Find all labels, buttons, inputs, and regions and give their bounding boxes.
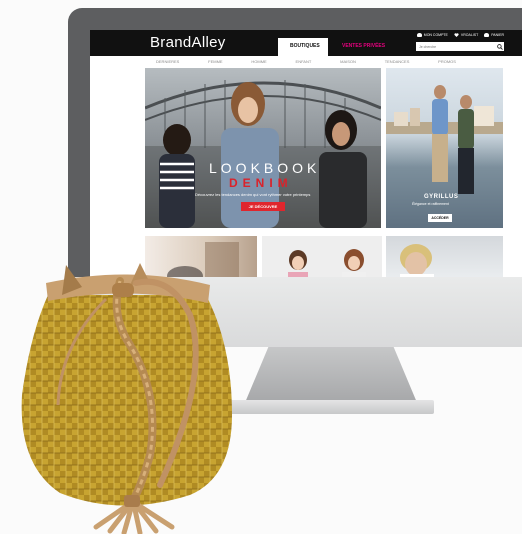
discover-button[interactable]: JE DÉCOUVRE (241, 202, 285, 211)
account-icon (416, 33, 422, 37)
utility-links: MON COMPTE VROALIST PANIER (416, 33, 504, 37)
search-input[interactable] (416, 42, 495, 51)
search-box (416, 42, 504, 51)
hero-subtitle: Découvrez les tendances denim qui vont r… (195, 192, 311, 197)
tile-photo (288, 249, 366, 277)
tile-photo (400, 244, 434, 277)
nav-item[interactable]: FEMME (208, 59, 222, 64)
nav-item[interactable]: TENDANCES (385, 59, 410, 64)
bucket-bag-product (21, 263, 232, 534)
promo-tile[interactable] (262, 236, 382, 277)
account-label: MON COMPTE (423, 33, 448, 37)
brand-logo[interactable]: BrandAlley (150, 34, 226, 51)
hero-banner[interactable]: LOOKBOOK DENIM Découvrez les tendances d… (145, 68, 381, 228)
basket-link[interactable]: PANIER (484, 33, 504, 37)
nav-item[interactable]: PROMOS (438, 59, 456, 64)
nav-item[interactable]: DERNIERES (156, 59, 179, 64)
tab-boutiques[interactable]: BOUTIQUES (278, 38, 328, 56)
site-header: BrandAlley BOUTIQUES VENTES PRIVÉES MON … (90, 30, 522, 56)
wishlist-link[interactable]: VROALIST (454, 33, 478, 37)
wishlist-label: VROALIST (460, 33, 479, 37)
nav-item[interactable]: HOMME (251, 59, 266, 64)
monitor-stand (244, 347, 418, 405)
monitor-screen: BrandAlley BOUTIQUES VENTES PRIVÉES MON … (90, 30, 522, 277)
tab-ventes-privees[interactable]: VENTES PRIVÉES (328, 38, 395, 56)
account-link[interactable]: MON COMPTE (416, 33, 448, 37)
hero-title: LOOKBOOK (209, 160, 321, 176)
search-icon (496, 43, 503, 50)
basket-icon (484, 33, 490, 37)
heart-icon (454, 33, 459, 37)
side-subtitle: Élégance et raffinement (412, 202, 449, 206)
access-button[interactable]: ACCÉDER (428, 214, 452, 222)
monitor-stand-base (224, 400, 434, 414)
hero-denim: DENIM (229, 176, 293, 190)
category-nav: DERNIERES FEMME HOMME ENFANT MAISON TEND… (90, 56, 522, 66)
side-promo[interactable]: GYRILLUS Élégance et raffinement ACCÉDER (386, 68, 503, 228)
nav-item[interactable]: MAISON (340, 59, 356, 64)
top-tabs: BOUTIQUES VENTES PRIVÉES (278, 38, 395, 56)
search-button[interactable] (495, 42, 504, 51)
basket-label: PANIER (491, 33, 504, 37)
promo-tile[interactable] (386, 236, 503, 277)
nav-item[interactable]: ENFANT (296, 59, 312, 64)
side-title: GYRILLUS (424, 194, 459, 200)
